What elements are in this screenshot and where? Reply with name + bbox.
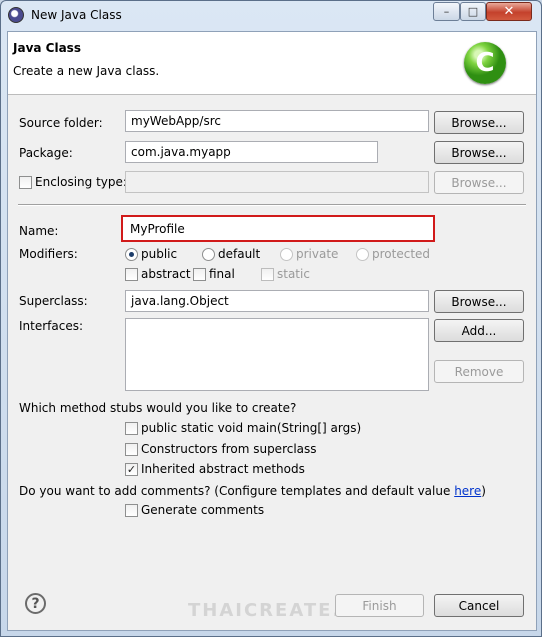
interfaces-add-button[interactable]: Add... [434, 319, 524, 342]
modifier-protected-label: protected [372, 247, 431, 261]
superclass-label: Superclass: [19, 294, 88, 308]
close-button[interactable]: ✕ [486, 2, 532, 21]
enclosing-type-browse-button[interactable]: Browse... [434, 171, 524, 194]
source-folder-input[interactable]: myWebApp/src [125, 110, 429, 132]
page-title: Java Class [13, 41, 81, 55]
source-folder-label: Source folder: [19, 116, 103, 130]
method-stubs-question: Which method stubs would you like to cre… [19, 401, 297, 415]
dialog-content: Java Class Create a new Java class. C So… [7, 31, 537, 631]
name-label: Name: [19, 224, 59, 238]
source-folder-browse-button[interactable]: Browse... [434, 111, 524, 134]
name-input[interactable]: MyProfile [121, 215, 435, 242]
modifiers-label: Modifiers: [19, 247, 78, 261]
interfaces-remove-button[interactable]: Remove [434, 360, 524, 383]
interfaces-list[interactable] [125, 318, 429, 391]
stub-main-checkbox[interactable] [125, 422, 138, 435]
enclosing-type-input[interactable] [125, 171, 429, 193]
stub-constructors-checkbox[interactable] [125, 443, 138, 456]
modifier-public-radio[interactable] [125, 248, 138, 261]
configure-templates-link[interactable]: here [454, 484, 481, 498]
modifier-abstract-checkbox[interactable] [125, 268, 138, 281]
help-icon[interactable]: ? [25, 593, 46, 614]
modifier-final-label: final [209, 267, 235, 281]
page-description: Create a new Java class. [13, 64, 160, 78]
finish-button[interactable]: Finish [335, 594, 424, 617]
enclosing-type-checkbox[interactable] [19, 176, 32, 189]
window-title: New Java Class [31, 8, 122, 22]
stub-inherited-label: Inherited abstract methods [141, 462, 305, 476]
modifier-public-label: public [141, 247, 178, 261]
comments-question-text: Do you want to add comments? (Configure … [19, 484, 455, 498]
comments-question: Do you want to add comments? (Configure … [19, 484, 486, 498]
java-class-icon: C [464, 42, 506, 84]
package-input[interactable]: com.java.myapp [125, 141, 378, 163]
superclass-input[interactable]: java.lang.Object [125, 290, 429, 312]
modifier-static-checkbox[interactable] [261, 268, 274, 281]
comments-question-close: ) [481, 484, 486, 498]
title-bar: New Java Class – □ ✕ [1, 1, 541, 31]
separator [18, 204, 526, 206]
generate-comments-label: Generate comments [141, 503, 265, 517]
package-browse-button[interactable]: Browse... [434, 141, 524, 164]
enclosing-type-label: Enclosing type: [35, 175, 127, 189]
superclass-browse-button[interactable]: Browse... [434, 290, 524, 313]
stub-main-label: public static void main(String[] args) [141, 421, 362, 435]
eclipse-app-icon [8, 7, 24, 23]
modifier-abstract-label: abstract [141, 267, 191, 281]
modifier-private-radio[interactable] [280, 248, 293, 261]
modifier-final-checkbox[interactable] [193, 268, 206, 281]
modifier-static-label: static [277, 267, 310, 281]
interfaces-label: Interfaces: [19, 319, 84, 333]
minimize-button[interactable]: – [433, 2, 460, 21]
stub-constructors-label: Constructors from superclass [141, 442, 317, 456]
modifier-protected-radio[interactable] [356, 248, 369, 261]
cancel-button[interactable]: Cancel [434, 594, 524, 617]
stub-inherited-checkbox[interactable]: ✓ [125, 463, 138, 476]
modifier-private-label: private [296, 247, 339, 261]
generate-comments-checkbox[interactable] [125, 504, 138, 517]
modifier-default-label: default [218, 247, 261, 261]
package-label: Package: [19, 146, 73, 160]
maximize-button[interactable]: □ [460, 2, 486, 21]
modifier-default-radio[interactable] [202, 248, 215, 261]
new-java-class-dialog: New Java Class – □ ✕ Java Class Create a… [0, 0, 542, 637]
header-area: Java Class Create a new Java class. C [8, 32, 536, 95]
